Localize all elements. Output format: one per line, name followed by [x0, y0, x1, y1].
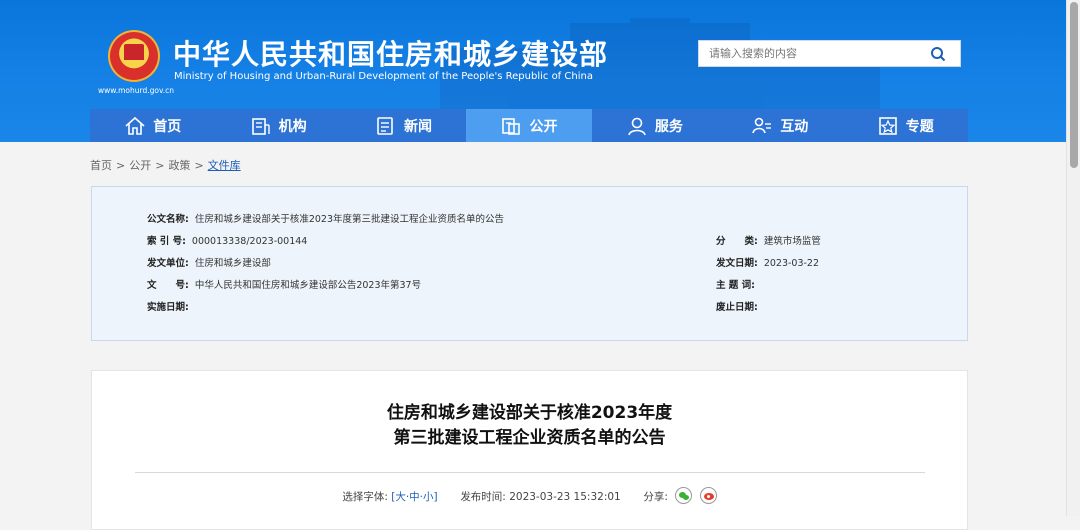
info-label: 发文单位: — [147, 258, 189, 269]
info-value: 建筑市场监管 — [763, 236, 821, 247]
info-label: 废止日期: — [716, 302, 758, 313]
search-box — [698, 40, 961, 67]
info-document-name: 公文名称: 住房和城乡建设部关于核准2023年度第三批建设工程企业资质名单的公告 — [147, 211, 504, 225]
info-index-number: 索 引 号: 000013338/2023-00144 — [147, 233, 307, 247]
breadcrumb-policy[interactable]: 政策 — [168, 159, 190, 172]
nav-label: 专题 — [905, 118, 934, 135]
info-label: 发文日期: — [716, 258, 758, 269]
interaction-icon — [752, 117, 772, 133]
breadcrumb-home[interactable]: 首页 — [90, 159, 112, 172]
info-issue-date: 发文日期: 2023-03-22 — [716, 255, 819, 269]
font-size-label: 选择字体: — [342, 491, 388, 503]
nav-item-topics[interactable]: 专题 — [843, 109, 968, 142]
font-size-bracket: ] — [433, 491, 438, 503]
disclosure-icon — [502, 117, 521, 135]
nav-label: 服务 — [654, 118, 683, 135]
home-icon — [125, 116, 145, 135]
nav-label: 机构 — [278, 118, 307, 135]
info-label: 分 类: — [716, 236, 758, 247]
breadcrumb: 首页 > 公开 > 政策 > 文件库 — [90, 159, 241, 172]
nav-item-organization[interactable]: 机构 — [215, 109, 340, 142]
share-label: 分享: — [643, 491, 668, 503]
info-issuing-unit: 发文单位: 住房和城乡建设部 — [147, 255, 271, 269]
article-title: 住房和城乡建设部关于核准2023年度 第三批建设工程企业资质名单的公告 — [92, 401, 967, 451]
search-icon[interactable] — [930, 46, 946, 62]
article-panel: 住房和城乡建设部关于核准2023年度 第三批建设工程企业资质名单的公告 选择字体… — [91, 370, 968, 530]
info-value: 2023-03-22 — [763, 258, 820, 269]
info-expiry-date: 废止日期: — [716, 299, 764, 313]
page-scrollbar[interactable] — [1066, 0, 1080, 516]
scrollbar-thumb[interactable] — [1070, 2, 1078, 168]
weibo-share-icon[interactable] — [699, 487, 717, 504]
info-value: 中华人民共和国住房和城乡建设部公告2023年第37号 — [194, 280, 422, 291]
nav-item-interaction[interactable]: 互动 — [717, 109, 842, 142]
document-info-box: 公文名称: 住房和城乡建设部关于核准2023年度第三批建设工程企业资质名单的公告 … — [91, 186, 968, 341]
building-icon — [251, 117, 270, 135]
info-value: 住房和城乡建设部关于核准2023年度第三批建设工程企业资质名单的公告 — [194, 214, 504, 225]
info-subject-words: 主 题 词: — [716, 277, 761, 291]
nav-item-service[interactable]: 服务 — [592, 109, 717, 142]
info-value: 000013338/2023-00144 — [191, 236, 308, 247]
breadcrumb-file-library[interactable]: 文件库 — [208, 159, 241, 172]
nav-label: 公开 — [529, 118, 558, 135]
info-category: 分 类: 建筑市场监管 — [716, 233, 821, 247]
nav-label: 互动 — [780, 118, 809, 135]
title-divider — [135, 472, 925, 473]
news-icon — [377, 116, 393, 135]
font-size-small-link[interactable]: 小 — [423, 491, 434, 503]
site-url: www.mohurd.gov.cn — [98, 86, 175, 95]
national-emblem-logo[interactable] — [108, 30, 160, 82]
font-size-medium-link[interactable]: 中 — [409, 491, 420, 503]
article-title-line: 住房和城乡建设部关于核准2023年度 — [386, 403, 673, 423]
publish-time-label: 发布时间: — [460, 491, 506, 503]
nav-item-home[interactable]: 首页 — [90, 109, 215, 142]
breadcrumb-disclosure[interactable]: 公开 — [129, 159, 151, 172]
font-size-large-link[interactable]: 大 — [395, 491, 406, 503]
nav-item-disclosure[interactable]: 公开 — [466, 109, 592, 142]
nav-label: 首页 — [153, 118, 182, 135]
nav-item-news[interactable]: 新闻 — [341, 109, 466, 142]
service-icon — [628, 117, 646, 135]
wechat-share-icon[interactable] — [675, 487, 693, 504]
info-label: 索 引 号: — [147, 236, 186, 247]
site-title-english: Ministry of Housing and Urban-Rural Deve… — [174, 71, 593, 82]
nav-label: 新闻 — [404, 118, 433, 135]
site-header: www.mohurd.gov.cn 中华人民共和国住房和城乡建设部 Minist… — [0, 0, 1066, 142]
publish-time: 2023-03-23 15:32:01 — [509, 491, 621, 503]
article-meta: 选择字体: [大·中·小] 发布时间: 2023-03-23 15:32:01 … — [92, 487, 967, 504]
topic-icon — [878, 116, 897, 135]
info-label: 实施日期: — [147, 302, 189, 313]
article-title-line: 第三批建设工程企业资质名单的公告 — [393, 428, 666, 448]
info-implementation-date: 实施日期: — [147, 299, 195, 313]
info-label: 文 号: — [147, 280, 189, 291]
main-nav: 首页 机构 新闻 公开 服务 互动 专题 — [90, 109, 968, 142]
info-label: 公文名称: — [147, 214, 189, 225]
search-input[interactable] — [699, 41, 919, 66]
info-label: 主 题 词: — [716, 280, 755, 291]
info-document-number: 文 号: 中华人民共和国住房和城乡建设部公告2023年第37号 — [147, 277, 421, 291]
site-title[interactable]: 中华人民共和国住房和城乡建设部 — [173, 33, 608, 73]
info-value: 住房和城乡建设部 — [194, 258, 271, 269]
